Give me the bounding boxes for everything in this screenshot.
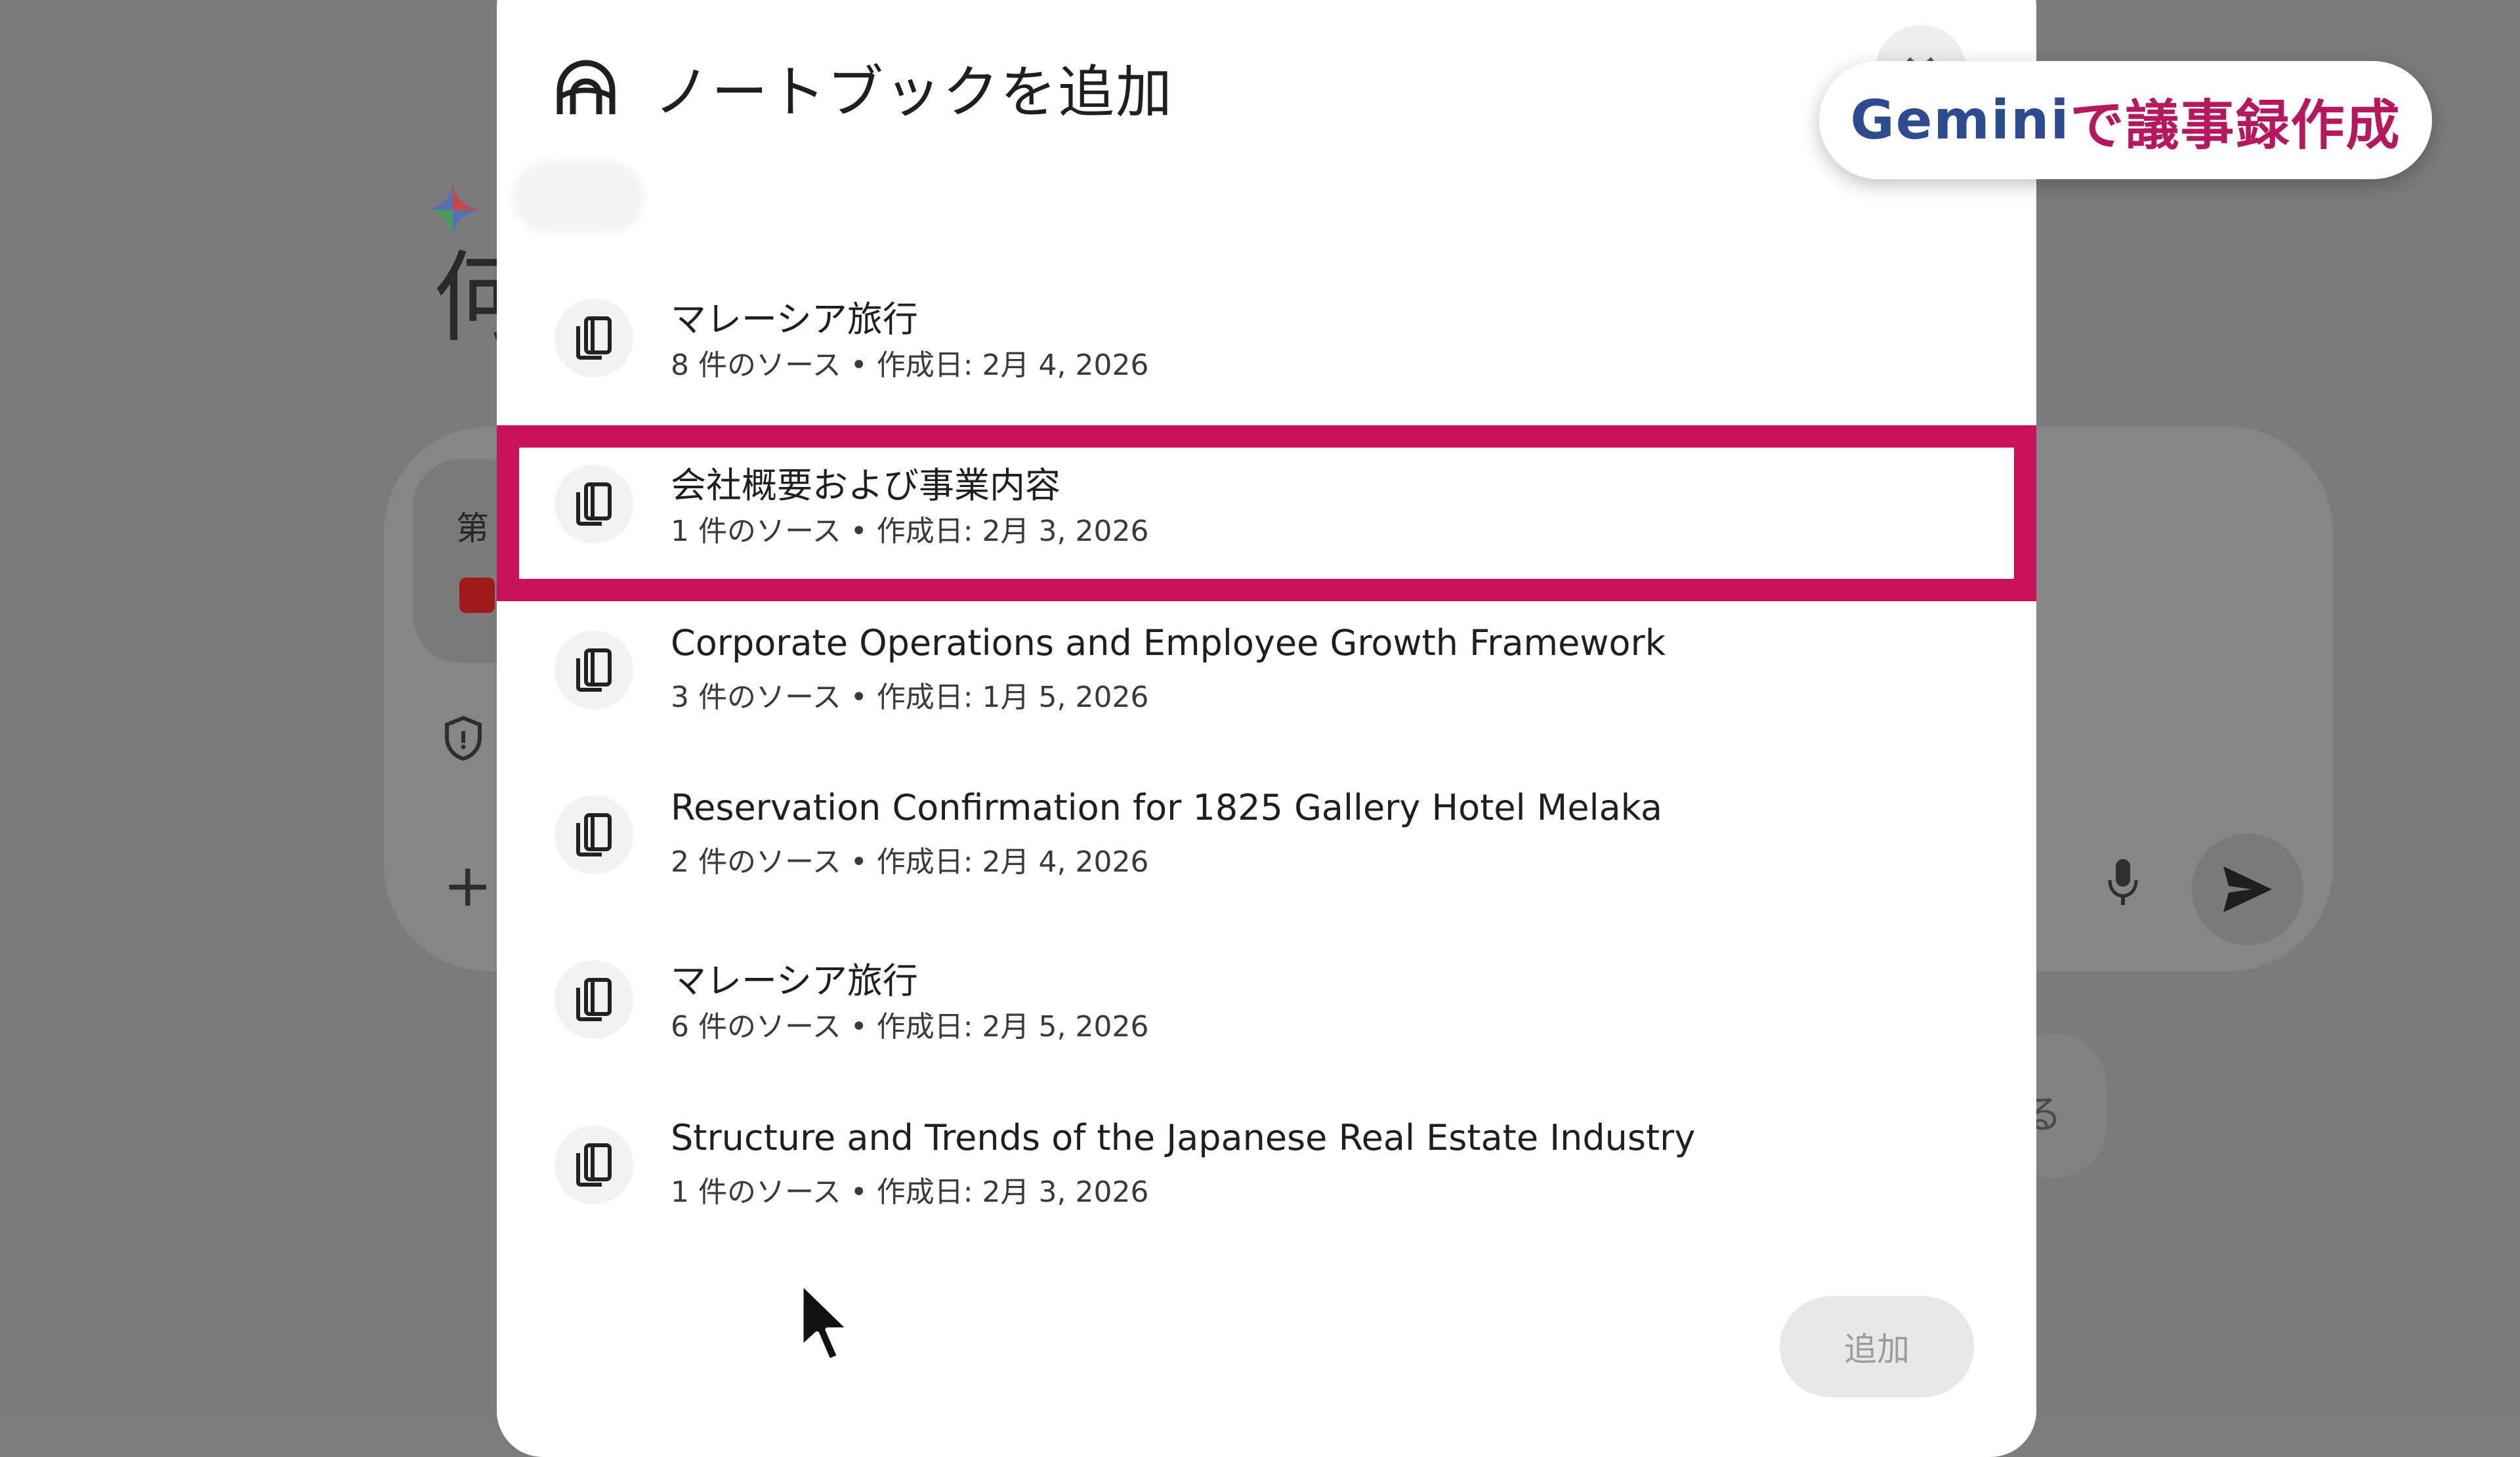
- dialog-title: ノートブックを追加: [654, 60, 1173, 125]
- notebook-title: Corporate Operations and Employee Growth…: [671, 622, 1666, 664]
- notebook-copy-icon: [576, 316, 612, 360]
- notebook-icon-wrap: [555, 1126, 633, 1204]
- badge-text-gemini: Gemini: [1850, 89, 2070, 152]
- notebook-row[interactable]: Structure and Trends of the Japanese Rea…: [497, 1083, 2036, 1247]
- notebook-title: Reservation Confirmation for 1825 Galler…: [671, 787, 1663, 828]
- notebook-title: Structure and Trends of the Japanese Rea…: [671, 1117, 1696, 1158]
- add-icon: +: [443, 851, 493, 920]
- shield-icon: [445, 715, 482, 761]
- notebook-meta: 8 件のソース • 作成日: 2月 4, 2026: [671, 348, 1149, 382]
- notebook-row[interactable]: Reservation Confirmation for 1825 Galler…: [497, 753, 2036, 917]
- notebook-meta: 3 件のソース • 作成日: 1月 5, 2026: [671, 681, 1149, 714]
- notebook-icon-wrap: [555, 795, 633, 874]
- send-icon: [2223, 866, 2272, 912]
- notebook-icon-wrap: [555, 631, 633, 709]
- background-chip-text: 第: [456, 509, 489, 547]
- notebook-meta: 2 件のソース • 作成日: 2月 4, 2026: [671, 845, 1149, 879]
- notebook-copy-icon: [576, 813, 612, 856]
- caption-badge: Gemini で議事録作成: [1819, 61, 2432, 179]
- add-notebook-dialog: ノートブックを追加 ✕ マレーシア旅行8 件のソース • 作成日: 2月 4, …: [497, 0, 2036, 1457]
- notebook-meta: 6 件のソース • 作成日: 2月 5, 2026: [671, 1010, 1149, 1044]
- notebook-title: マレーシア旅行: [671, 299, 918, 340]
- notebook-icon-wrap: [555, 299, 633, 377]
- notebook-copy-icon: [576, 1143, 612, 1187]
- notebook-row[interactable]: マレーシア旅行 8 件のソース • 作成日: 2月 4, 2026: [497, 256, 2036, 420]
- send-button-background: [2192, 834, 2303, 945]
- badge-text-minutes: で議事録作成: [2070, 94, 2401, 157]
- dialog-header: ノートブックを追加: [555, 46, 1173, 128]
- blurred-tab: [513, 161, 644, 233]
- mouse-pointer-icon: [799, 1280, 852, 1364]
- notebook-meta: 1 件のソース • 作成日: 2月 3, 2026: [671, 1175, 1149, 1209]
- notebook-title: マレーシア旅行: [671, 960, 918, 1002]
- notebooklm-icon: [556, 59, 616, 114]
- notebook-icon-wrap: [555, 960, 633, 1039]
- notebook-copy-icon: [576, 648, 612, 692]
- gemini-spark-icon: [427, 184, 479, 236]
- notebook-copy-icon: [576, 978, 612, 1021]
- microphone-icon: [2108, 859, 2138, 905]
- selection-highlight-frame: [497, 425, 2036, 601]
- background-chip-icon: [459, 578, 495, 613]
- notebook-row[interactable]: Corporate Operations and Employee Growth…: [497, 588, 2036, 752]
- notebook-row[interactable]: マレーシア旅行 6 件のソース • 作成日: 2月 5, 2026: [497, 918, 2036, 1082]
- add-button[interactable]: 追加: [1780, 1296, 1974, 1397]
